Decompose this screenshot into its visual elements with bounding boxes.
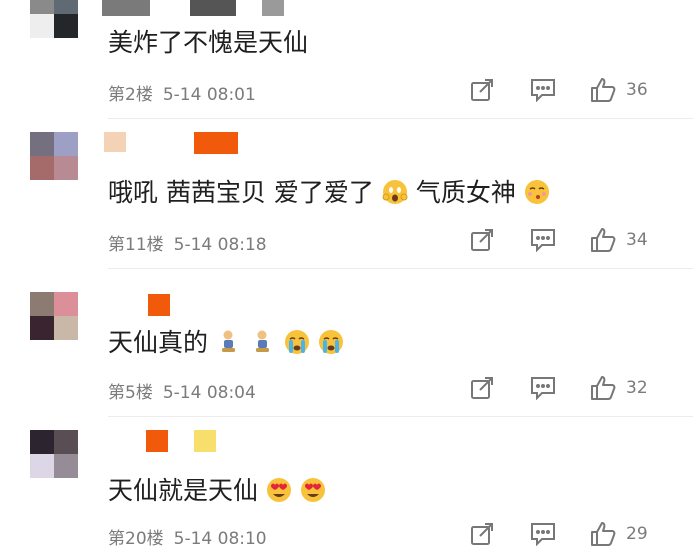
comment-meta: 第11楼 5-14 08:18 (108, 230, 277, 255)
comment-meta: 第20楼 5-14 08:10 (108, 524, 277, 549)
share-icon (471, 377, 493, 399)
avatar-tile (54, 0, 78, 14)
avatar-tile (54, 430, 78, 454)
like-count: 36 (626, 80, 648, 100)
like-button[interactable]: 34 (590, 227, 648, 253)
like-count: 32 (626, 378, 648, 398)
reply-button[interactable] (530, 78, 556, 102)
like-count: 34 (626, 230, 648, 250)
like-icon (591, 522, 616, 546)
username-blurred[interactable] (102, 0, 150, 16)
like-button[interactable]: 32 (590, 375, 648, 401)
shocked-face-emoji-icon (382, 180, 408, 204)
crying-face-emoji-icon (318, 330, 343, 354)
share-icon (471, 229, 493, 251)
username-blurred[interactable] (148, 294, 170, 316)
reply-icon (531, 79, 555, 102)
like-icon (591, 228, 616, 252)
avatar-tile (30, 316, 54, 340)
floor-number: 第20楼 (108, 529, 164, 549)
avatar-tile (54, 14, 78, 38)
avatar-tile (54, 316, 78, 340)
kiss-face-emoji-icon (524, 180, 549, 204)
reply-button[interactable] (530, 376, 556, 400)
like-button[interactable]: 29 (590, 521, 648, 547)
comment-item: 天仙真的 第5楼 5-14 08:04 32 (0, 270, 693, 418)
avatar[interactable] (30, 292, 78, 340)
avatar-tile (30, 0, 54, 14)
share-button[interactable] (470, 78, 494, 102)
floor-number: 第5楼 (108, 383, 153, 403)
share-button[interactable] (470, 522, 494, 546)
username-blurred[interactable] (104, 132, 126, 152)
share-icon (471, 523, 493, 545)
avatar-tile (54, 454, 78, 478)
avatar-tile (30, 430, 54, 454)
reply-icon (531, 229, 555, 252)
avatar-tile (30, 132, 54, 156)
like-icon (591, 78, 616, 102)
reply-button[interactable] (530, 228, 556, 252)
avatar-tile (54, 156, 78, 180)
comment-text-part: 天仙就是天仙 (108, 476, 259, 505)
comment-time: 5-14 08:10 (173, 529, 267, 549)
floor-number: 第2楼 (108, 85, 153, 105)
share-button[interactable] (470, 376, 494, 400)
divider (108, 416, 693, 417)
comment-text: 美炸了不愧是天仙 (108, 28, 309, 57)
crying-face-emoji-icon (284, 330, 309, 354)
avatar[interactable] (30, 430, 78, 478)
reply-button[interactable] (530, 522, 556, 546)
avatar-tile (30, 454, 54, 478)
comment-text-part: 天仙真的 (108, 328, 209, 357)
avatar-tile (54, 292, 78, 316)
username-blurred[interactable] (146, 430, 168, 452)
comment-time: 5-14 08:01 (162, 85, 256, 105)
comment-text-part: 哦吼 茜茜宝贝 爱了爱了 (108, 178, 374, 207)
username-blurred[interactable] (194, 132, 238, 154)
reply-icon (531, 523, 555, 546)
avatar[interactable] (30, 132, 78, 180)
avatar-tile (30, 14, 54, 38)
username-blurred[interactable] (262, 0, 284, 16)
like-button[interactable]: 36 (590, 77, 648, 103)
comment-item: 天仙就是天仙 第20楼 5-14 08:10 29 (0, 418, 693, 549)
heart-eyes-emoji-icon (266, 478, 291, 502)
comment-time: 5-14 08:18 (173, 235, 267, 255)
comment-text-part: 气质女神 (415, 178, 516, 207)
like-icon (591, 376, 616, 400)
divider (108, 268, 693, 269)
avatar-tile (54, 132, 78, 156)
comment-item: 哦吼 茜茜宝贝 爱了爱了 气质女神 第11楼 5-14 08:18 34 (0, 120, 693, 270)
comment-text: 哦吼 茜茜宝贝 爱了爱了 气质女神 (108, 178, 550, 208)
comment-text: 天仙真的 (108, 328, 344, 358)
like-count: 29 (626, 524, 648, 544)
share-icon (471, 79, 493, 101)
avatar-tile (30, 156, 54, 180)
comment-meta: 第2楼 5-14 08:01 (108, 80, 266, 105)
comment-item: 美炸了不愧是天仙 第2楼 5-14 08:01 36 (0, 0, 693, 120)
comment-time: 5-14 08:04 (162, 383, 256, 403)
avatar[interactable] (30, 0, 78, 38)
kneeling-person-emoji-icon (255, 330, 269, 352)
comment-meta: 第5楼 5-14 08:04 (108, 378, 266, 403)
username-blurred[interactable] (190, 0, 236, 16)
divider (108, 118, 693, 119)
reply-icon (531, 377, 555, 400)
avatar-tile (30, 292, 54, 316)
floor-number: 第11楼 (108, 235, 164, 255)
kneeling-person-emoji-icon (221, 330, 235, 352)
comment-text: 天仙就是天仙 (108, 476, 326, 506)
share-button[interactable] (470, 228, 494, 252)
heart-eyes-emoji-icon (300, 478, 325, 502)
username-blurred[interactable] (194, 430, 216, 452)
